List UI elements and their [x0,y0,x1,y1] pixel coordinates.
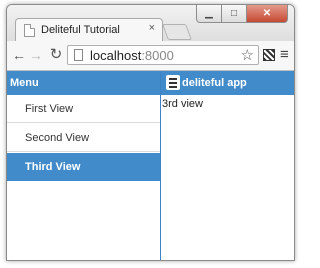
url-host: localhost [90,48,142,63]
list-item-second-view[interactable]: Second View [7,124,160,152]
address-bar[interactable]: localhost:8000 ☆ [67,45,259,65]
minimize-button[interactable]: ▁ [196,5,222,23]
list-item-third-view[interactable]: Third View [7,153,160,181]
view-content-text: 3rd view [162,98,203,110]
browser-tab[interactable]: Deliteful Tutorial × [15,18,163,41]
url-port: :8000 [141,48,174,63]
tab-title: Deliteful Tutorial [41,24,120,36]
app-header: deliteful app [161,71,294,95]
side-pane-header: Menu [7,71,160,95]
maximize-button[interactable]: □ [221,5,247,23]
forward-arrow-icon[interactable]: → [29,47,43,63]
url-text: localhost:8000 [90,48,174,63]
tab-close-icon[interactable]: × [149,22,155,34]
page-content: Menu First View Second View Third View d… [7,71,294,260]
window-controls: ▁ □ ✕ [196,5,288,23]
chrome-menu-icon[interactable]: ≡ [280,46,289,63]
close-button[interactable]: ✕ [246,5,288,23]
reload-icon[interactable]: ↻ [49,47,63,63]
bookmark-star-icon[interactable]: ☆ [241,46,254,64]
page-icon [74,49,83,61]
hamburger-menu-icon[interactable] [166,75,180,90]
app-title: deliteful app [182,77,247,89]
new-tab-button[interactable] [162,24,192,40]
window-frame: Deliteful Tutorial × ▁ □ ✕ [7,5,294,41]
browser-toolbar: ← → ↻ localhost:8000 ☆ ≡ [7,41,294,71]
side-pane: Menu First View Second View Third View [7,71,161,260]
browser-window: Deliteful Tutorial × ▁ □ ✕ ← → ↻ localho… [6,4,295,261]
extension-icon[interactable] [263,49,275,61]
list-item-first-view[interactable]: First View [7,95,160,123]
page-favicon-icon [24,24,35,37]
back-arrow-icon[interactable]: ← [12,47,26,63]
